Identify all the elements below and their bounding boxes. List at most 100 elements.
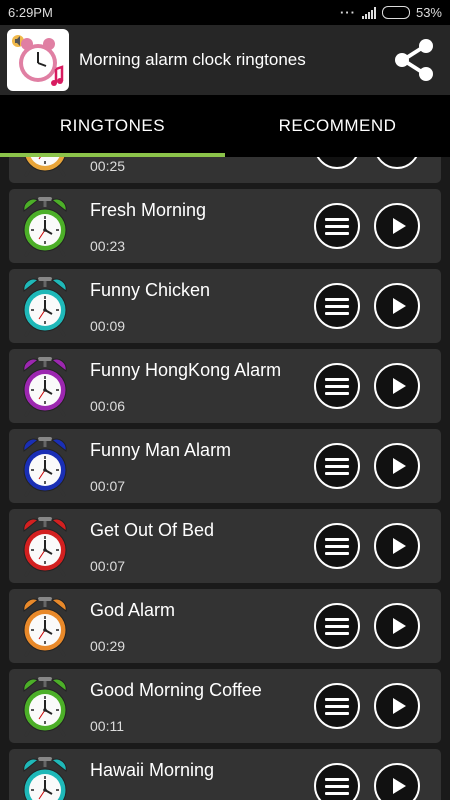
ringtone-row[interactable]: Get Out Of Bed 00:07 xyxy=(9,509,441,583)
ringtone-row[interactable]: God Alarm 00:29 xyxy=(9,589,441,663)
menu-icon-bar xyxy=(325,784,349,788)
play-button[interactable] xyxy=(374,443,420,489)
ringtone-duration: 00:11 xyxy=(90,718,124,734)
alarm-clock-icon xyxy=(21,675,69,737)
alarm-clock-icon xyxy=(21,195,69,257)
ringtone-duration: 00:29 xyxy=(90,638,126,654)
menu-icon-bar xyxy=(325,471,349,475)
menu-icon-bar xyxy=(325,697,349,701)
play-button[interactable] xyxy=(374,363,420,409)
menu-icon-bar xyxy=(325,217,349,221)
battery-percent: 53% xyxy=(415,5,442,20)
ringtone-row[interactable]: Good Morning Coffee 00:11 xyxy=(9,669,441,743)
ringtone-name: Good Morning Coffee xyxy=(90,680,262,700)
play-button[interactable] xyxy=(374,157,420,169)
menu-icon-bar xyxy=(325,391,349,395)
share-button[interactable] xyxy=(386,32,442,88)
ringtone-row[interactable]: Funny Man Alarm 00:07 xyxy=(9,429,441,503)
ringtone-name: Funny HongKong Alarm xyxy=(90,360,282,380)
ringtone-menu-button[interactable] xyxy=(314,283,360,329)
play-icon xyxy=(392,218,406,234)
play-button[interactable] xyxy=(374,763,420,800)
ringtone-name: Fresh Morning xyxy=(90,200,207,220)
ringtone-name: God Alarm xyxy=(90,600,176,620)
tab-bar: RINGTONES RECOMMEND xyxy=(0,95,450,157)
menu-icon-bar xyxy=(325,544,349,548)
status-time: 6:29PM xyxy=(8,5,53,20)
alarm-clock-icon xyxy=(21,755,69,800)
menu-icon-bar xyxy=(325,224,349,228)
ringtone-menu-button[interactable] xyxy=(314,443,360,489)
play-button[interactable] xyxy=(374,283,420,329)
play-icon xyxy=(392,538,406,554)
ringtone-menu-button[interactable] xyxy=(314,763,360,800)
ringtone-row[interactable]: Hawaii Morning xyxy=(9,749,441,800)
menu-icon-bar xyxy=(325,464,349,468)
play-icon xyxy=(392,458,406,474)
menu-icon-bar xyxy=(325,304,349,308)
alarm-clock-icon xyxy=(21,275,69,337)
signal-icon xyxy=(361,6,376,19)
ringtone-duration: 00:09 xyxy=(90,318,126,334)
pink-alarm-clock-icon xyxy=(7,29,69,91)
ringtone-menu-button[interactable] xyxy=(314,363,360,409)
play-icon xyxy=(392,378,406,394)
ringtone-row[interactable]: Funny HongKong Alarm 00:06 xyxy=(9,349,441,423)
play-button[interactable] xyxy=(374,603,420,649)
ringtone-menu-button[interactable] xyxy=(314,157,360,169)
ringtone-name: Hawaii Morning xyxy=(90,760,215,780)
ringtone-row[interactable]: Fresh Morning 00:23 xyxy=(9,189,441,263)
ringtone-menu-button[interactable] xyxy=(314,523,360,569)
play-button[interactable] xyxy=(374,203,420,249)
menu-icon-bar xyxy=(325,384,349,388)
ringtone-name: Funny Man Alarm xyxy=(90,440,232,460)
menu-icon-bar xyxy=(325,537,349,541)
status-icons: ··· 53% xyxy=(340,5,442,20)
menu-icon-bar xyxy=(325,624,349,628)
menu-icon-bar xyxy=(325,231,349,235)
tab-recommend[interactable]: RECOMMEND xyxy=(225,95,450,157)
alarm-clock-icon xyxy=(21,355,69,417)
play-icon xyxy=(392,778,406,794)
play-button[interactable] xyxy=(374,683,420,729)
play-icon xyxy=(392,298,406,314)
ringtone-duration: 00:07 xyxy=(90,558,126,574)
alarm-clock-icon xyxy=(21,515,69,577)
notification-dots-icon: ··· xyxy=(339,5,356,20)
menu-icon-bar xyxy=(325,791,349,795)
menu-icon-bar xyxy=(325,457,349,461)
ringtone-menu-button[interactable] xyxy=(314,683,360,729)
menu-icon-bar xyxy=(325,311,349,315)
menu-icon-bar xyxy=(325,617,349,621)
menu-icon-bar xyxy=(325,704,349,708)
battery-icon xyxy=(381,6,410,19)
ringtone-duration: 00:07 xyxy=(90,478,126,494)
alarm-clock-icon xyxy=(21,595,69,657)
play-icon xyxy=(392,698,406,714)
ringtone-list[interactable]: 00:25 Fresh Morning 00:23 Funny Chicken 00:0… xyxy=(0,157,450,800)
tab-ringtones[interactable]: RINGTONES xyxy=(0,95,225,157)
status-bar: 6:29PM ··· 53% xyxy=(0,0,450,25)
ringtone-duration: 00:23 xyxy=(90,238,126,254)
menu-icon-bar xyxy=(325,711,349,715)
menu-icon-bar xyxy=(325,551,349,555)
ringtone-row[interactable]: Funny Chicken 00:09 xyxy=(9,269,441,343)
menu-icon-bar xyxy=(325,377,349,381)
ringtone-name: Funny Chicken xyxy=(90,280,211,300)
ringtone-menu-button[interactable] xyxy=(314,203,360,249)
menu-icon-bar xyxy=(325,777,349,781)
alarm-clock-icon xyxy=(21,157,69,177)
ringtone-duration: 00:25 xyxy=(90,158,126,174)
alarm-clock-icon xyxy=(21,435,69,497)
app-bar: Morning alarm clock ringtones xyxy=(0,25,450,95)
ringtone-menu-button[interactable] xyxy=(314,603,360,649)
menu-icon-bar xyxy=(325,297,349,301)
menu-icon-bar xyxy=(325,631,349,635)
ringtone-duration: 00:06 xyxy=(90,398,126,414)
play-icon xyxy=(392,618,406,634)
ringtone-row[interactable]: 00:25 xyxy=(9,157,441,183)
app-title: Morning alarm clock ringtones xyxy=(79,50,306,69)
ringtone-name: Get Out Of Bed xyxy=(90,520,215,540)
share-icon xyxy=(395,39,433,81)
play-button[interactable] xyxy=(374,523,420,569)
